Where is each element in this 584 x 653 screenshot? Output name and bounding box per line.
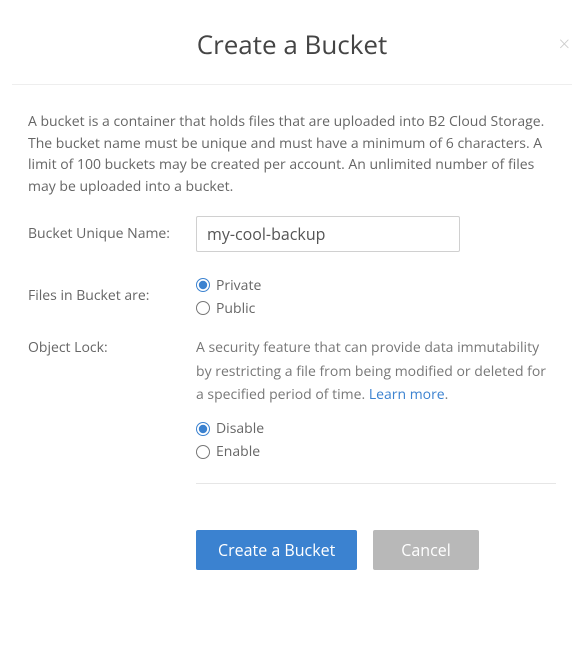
visibility-public-radio[interactable] — [196, 301, 210, 315]
object-lock-description: A security feature that can provide data… — [196, 336, 556, 407]
object-lock-disable-radio[interactable] — [196, 422, 210, 436]
visibility-public-option[interactable]: Public — [196, 299, 556, 318]
close-icon[interactable]: × — [559, 34, 570, 54]
object-lock-enable-label: Enable — [216, 442, 260, 461]
visibility-private-label: Private — [216, 276, 261, 295]
object-lock-label: Object Lock: — [28, 336, 196, 357]
create-bucket-button[interactable]: Create a Bucket — [196, 530, 357, 570]
visibility-public-label: Public — [216, 299, 255, 318]
visibility-private-option[interactable]: Private — [196, 276, 556, 295]
object-lock-disable-label: Disable — [216, 419, 264, 438]
visibility-label: Files in Bucket are: — [28, 276, 196, 305]
divider — [12, 84, 572, 85]
object-lock-disable-option[interactable]: Disable — [196, 419, 556, 438]
object-lock-enable-option[interactable]: Enable — [196, 442, 556, 461]
learn-more-link[interactable]: Learn more — [369, 385, 445, 404]
divider — [196, 483, 556, 484]
intro-text: A bucket is a container that holds files… — [28, 111, 556, 198]
bucket-name-label: Bucket Unique Name: — [28, 224, 196, 243]
object-lock-enable-radio[interactable] — [196, 445, 210, 459]
bucket-name-input[interactable] — [196, 216, 460, 252]
visibility-private-radio[interactable] — [196, 278, 210, 292]
cancel-button[interactable]: Cancel — [373, 530, 478, 570]
dialog-title: Create a Bucket — [0, 26, 584, 62]
